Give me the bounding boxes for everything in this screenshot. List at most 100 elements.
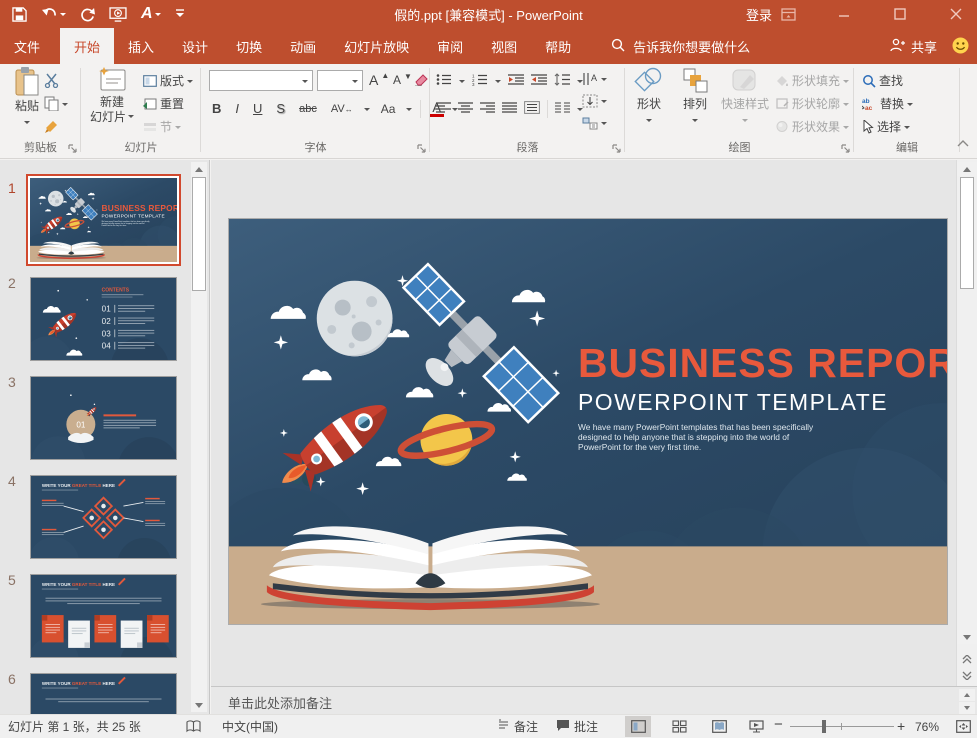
tab-view[interactable]: 视图 bbox=[477, 28, 531, 64]
increase-indent-button[interactable] bbox=[531, 73, 547, 89]
decrease-indent-button[interactable] bbox=[508, 73, 524, 89]
slide-thumbnail-5[interactable]: WRITE YOUR GREAT TITLE HERE bbox=[30, 574, 177, 658]
thumbnail-scroll-up-button[interactable] bbox=[191, 162, 207, 176]
zoom-slider-thumb[interactable] bbox=[822, 720, 826, 733]
notes-toggle[interactable]: 备注 bbox=[497, 715, 538, 738]
notes-scroll-up-button[interactable] bbox=[959, 689, 975, 701]
format-painter-button[interactable] bbox=[44, 116, 59, 137]
reading-view-button[interactable] bbox=[706, 716, 732, 737]
decrease-font-button[interactable]: A▼ bbox=[393, 69, 412, 90]
distribute-button[interactable] bbox=[524, 101, 540, 117]
ribbon-display-options-button[interactable] bbox=[767, 0, 809, 28]
convert-smartart-button[interactable] bbox=[582, 112, 607, 133]
align-center-button[interactable] bbox=[458, 101, 473, 117]
copy-caret[interactable] bbox=[62, 103, 68, 109]
collapse-ribbon-button[interactable] bbox=[957, 136, 969, 150]
change-case-button[interactable]: Aa bbox=[378, 102, 399, 116]
tab-home[interactable]: 开始 bbox=[60, 28, 114, 64]
bullets-button[interactable] bbox=[436, 73, 452, 89]
normal-view-button[interactable] bbox=[625, 716, 651, 737]
notes-placeholder[interactable]: 单击此处添加备注 bbox=[228, 693, 332, 712]
underline-button[interactable]: U bbox=[250, 101, 265, 116]
arrange-button[interactable]: 排列 bbox=[673, 67, 717, 125]
slide-canvas[interactable] bbox=[228, 218, 948, 625]
numbering-caret[interactable] bbox=[495, 80, 501, 86]
slide-thumbnail-3[interactable]: 01 bbox=[30, 376, 177, 460]
layout-caret[interactable] bbox=[187, 80, 193, 86]
text-shadow-button[interactable]: S bbox=[273, 101, 288, 116]
slide-thumbnail-4[interactable]: WRITE YOUR GREAT TITLE HERE bbox=[30, 475, 177, 559]
redo-button[interactable] bbox=[78, 3, 97, 25]
line-spacing-button[interactable] bbox=[554, 73, 570, 89]
font-name-combobox[interactable] bbox=[209, 70, 313, 91]
font-tool-caret[interactable] bbox=[155, 13, 161, 19]
arrange-caret[interactable] bbox=[692, 119, 698, 125]
tab-review[interactable]: 审阅 bbox=[423, 28, 477, 64]
numbering-button[interactable]: 123 bbox=[472, 73, 488, 89]
undo-dropdown-caret[interactable] bbox=[60, 13, 66, 19]
align-text-caret[interactable] bbox=[601, 100, 607, 106]
slide-thumbnail-1[interactable] bbox=[26, 174, 181, 266]
tab-design[interactable]: 设计 bbox=[168, 28, 222, 64]
feedback-smiley-icon[interactable] bbox=[952, 37, 969, 57]
slide-thumbnail-2[interactable]: CONTENTS 01 02 03 04 bbox=[30, 277, 177, 361]
italic-button[interactable]: I bbox=[232, 101, 242, 116]
slideshow-view-button[interactable] bbox=[743, 716, 769, 737]
clipboard-dialog-launcher[interactable] bbox=[68, 144, 78, 154]
scroll-up-button[interactable] bbox=[957, 162, 977, 176]
convert-smartart-caret[interactable] bbox=[601, 122, 607, 128]
main-vertical-scrollbar[interactable] bbox=[956, 160, 977, 686]
copy-button[interactable] bbox=[44, 93, 68, 114]
save-button[interactable] bbox=[10, 3, 29, 25]
change-case-caret[interactable] bbox=[406, 108, 412, 114]
scroll-down-button[interactable] bbox=[957, 630, 977, 644]
character-spacing-button[interactable]: AV↔ bbox=[328, 103, 356, 115]
shapes-caret[interactable] bbox=[646, 119, 652, 125]
shapes-button[interactable]: 形状 bbox=[627, 67, 671, 125]
tab-animations[interactable]: 动画 bbox=[276, 28, 330, 64]
thumbnail-scroll-down-button[interactable] bbox=[191, 698, 207, 712]
replace-caret[interactable] bbox=[907, 103, 913, 109]
align-text-button[interactable] bbox=[582, 90, 607, 111]
select-caret[interactable] bbox=[904, 126, 910, 132]
layout-button[interactable]: 版式 bbox=[143, 70, 193, 91]
font-size-caret[interactable] bbox=[352, 80, 358, 86]
tab-file[interactable]: 文件 bbox=[0, 28, 54, 64]
font-size-combobox[interactable] bbox=[317, 70, 363, 91]
slide-thumbnail-6[interactable]: WRITE YOUR GREAT TITLE HERE bbox=[30, 673, 177, 714]
qat-slideshow-button[interactable] bbox=[107, 3, 129, 25]
drawing-dialog-launcher[interactable] bbox=[841, 144, 851, 154]
comments-toggle[interactable]: 批注 bbox=[556, 715, 598, 738]
fit-slide-to-window-button[interactable] bbox=[950, 716, 976, 737]
paragraph-dialog-launcher[interactable] bbox=[612, 144, 622, 154]
new-slide-caret[interactable] bbox=[128, 115, 134, 121]
zoom-in-button[interactable]: + bbox=[897, 714, 905, 737]
tab-slideshow[interactable]: 幻灯片放映 bbox=[330, 28, 423, 64]
cut-button[interactable] bbox=[44, 70, 59, 91]
minimize-button[interactable] bbox=[823, 0, 865, 28]
share-button[interactable]: 共享 bbox=[889, 28, 937, 64]
tell-me-search[interactable]: 告诉我你想要做什么 bbox=[611, 28, 750, 64]
bullets-caret[interactable] bbox=[459, 80, 465, 86]
align-left-button[interactable] bbox=[436, 101, 451, 117]
justify-button[interactable] bbox=[502, 101, 517, 117]
columns-button[interactable] bbox=[555, 101, 570, 117]
customize-qat-button[interactable] bbox=[173, 3, 187, 25]
reset-button[interactable]: 重置 bbox=[143, 93, 184, 114]
replace-button[interactable]: abac替换 bbox=[862, 93, 913, 114]
align-right-button[interactable] bbox=[480, 101, 495, 117]
find-button[interactable]: 查找 bbox=[862, 70, 903, 91]
previous-slide-button[interactable] bbox=[957, 652, 977, 666]
notes-scrollbar[interactable] bbox=[959, 689, 976, 714]
select-button[interactable]: 选择 bbox=[862, 116, 910, 137]
paste-caret[interactable] bbox=[24, 121, 30, 127]
clear-formatting-button[interactable] bbox=[415, 69, 429, 90]
main-scrollbar-thumb[interactable] bbox=[960, 177, 974, 289]
font-name-caret[interactable] bbox=[302, 80, 308, 86]
text-direction-caret[interactable] bbox=[601, 78, 607, 84]
text-direction-button[interactable]: A bbox=[582, 68, 607, 89]
zoom-slider-track[interactable] bbox=[790, 726, 894, 727]
strikethrough-button[interactable]: abc bbox=[296, 103, 320, 115]
next-slide-button[interactable] bbox=[957, 668, 977, 682]
close-button[interactable] bbox=[935, 0, 977, 28]
